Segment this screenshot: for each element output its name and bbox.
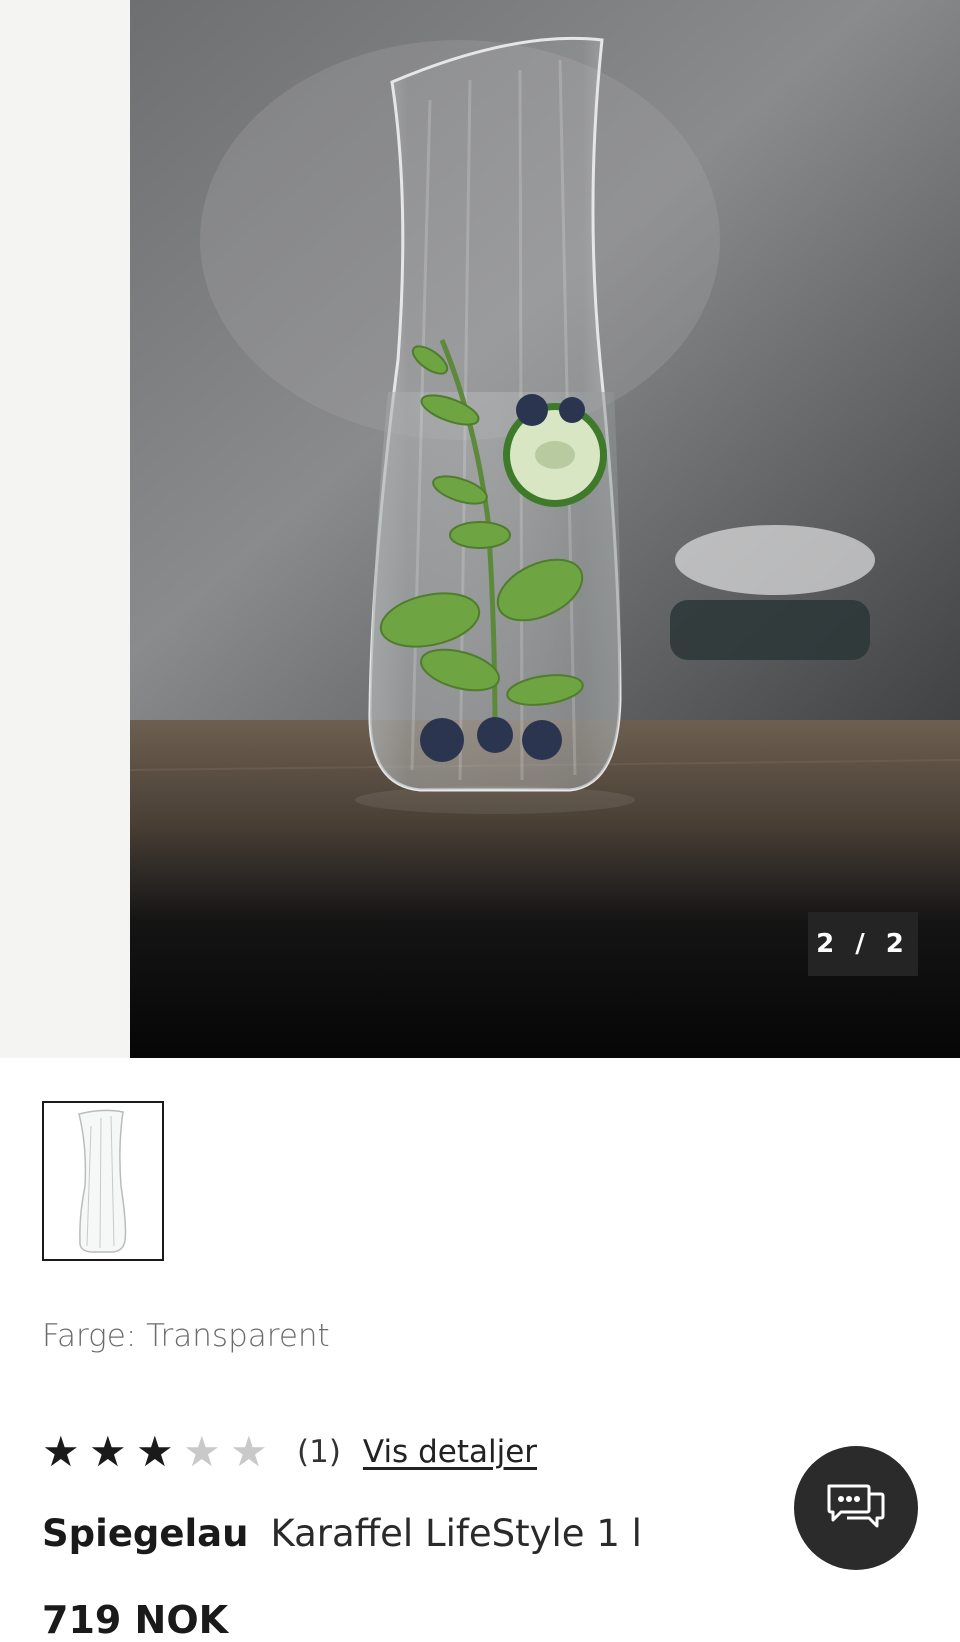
previous-slide-peek[interactable] bbox=[0, 0, 130, 1058]
color-label: Farge: Transparent bbox=[42, 1318, 330, 1354]
rating-row: ★ ★ ★ ★ ★ (1) Vis detaljer bbox=[42, 1428, 537, 1476]
chat-bubbles-icon bbox=[827, 1484, 885, 1528]
brand-name[interactable]: Spiegelau bbox=[42, 1512, 248, 1555]
chat-button[interactable] bbox=[794, 1446, 918, 1570]
gallery-thumbnail[interactable] bbox=[42, 1101, 164, 1261]
product-title: Spiegelau Karaffel LifeStyle 1 l bbox=[42, 1512, 642, 1555]
product-image-gallery[interactable]: 2 / 2 bbox=[0, 0, 960, 1058]
view-details-link[interactable]: Vis detaljer bbox=[363, 1434, 537, 1470]
star-rating: ★ ★ ★ ★ ★ bbox=[42, 1431, 277, 1473]
star-icon: ★ bbox=[230, 1427, 268, 1476]
product-name: Karaffel LifeStyle 1 l bbox=[270, 1512, 642, 1555]
product-price: 719 NOK bbox=[42, 1598, 229, 1642]
product-main-image[interactable] bbox=[130, 0, 960, 1058]
carafe-thumbnail-image bbox=[78, 1109, 127, 1253]
review-count: (1) bbox=[297, 1434, 341, 1470]
star-icon: ★ bbox=[136, 1427, 174, 1476]
star-icon: ★ bbox=[42, 1427, 80, 1476]
star-icon: ★ bbox=[183, 1427, 221, 1476]
slide-counter: 2 / 2 bbox=[808, 912, 918, 976]
star-icon: ★ bbox=[89, 1427, 127, 1476]
